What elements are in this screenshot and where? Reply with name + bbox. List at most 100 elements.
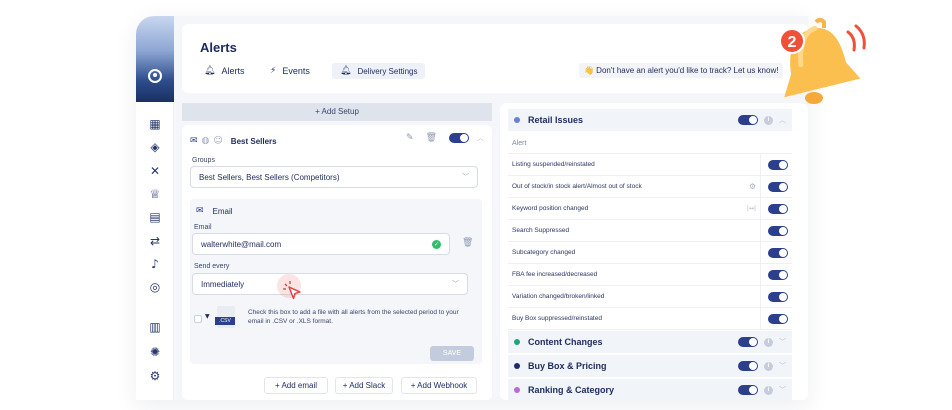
column-divider: [760, 242, 761, 264]
add-webhook-button[interactable]: + Add Webhook: [401, 377, 477, 394]
section-ranking-category[interactable]: Ranking & Category i ﹀: [508, 379, 792, 400]
setup-card-header: ✉ ◍ ☺ Best Sellers ✎ 🗑︎ ︿: [190, 133, 484, 149]
row-label: Listing suspended/reinstated: [512, 161, 595, 168]
alert-toggle[interactable]: [768, 292, 788, 302]
category-dot: [514, 387, 520, 393]
tab-label: Delivery Settings: [357, 66, 418, 76]
section-toggle[interactable]: [738, 115, 758, 125]
alert-toggle[interactable]: [768, 226, 788, 236]
header: Alerts 🔔︎ Alerts ⚡︎ Events 🔔︎ Delivery S…: [182, 24, 808, 93]
section-title: Retail Issues: [528, 115, 584, 125]
gear-icon[interactable]: ⚙: [749, 176, 756, 198]
tab-label: Alerts: [221, 66, 245, 76]
notification-count-badge: 2: [779, 28, 805, 54]
email-field[interactable]: walterwhite@mail.com ✓: [192, 233, 450, 255]
profile-icon[interactable]: [148, 69, 162, 83]
send-every-label: Send every: [194, 263, 230, 270]
setup-title: Best Sellers: [230, 136, 277, 146]
chevron-down-icon[interactable]: ﹀: [779, 385, 786, 395]
section-content-changes[interactable]: Content Changes i ﹀: [508, 331, 792, 353]
page-title: Alerts: [200, 40, 237, 55]
column-divider: [760, 264, 761, 286]
section-toggle[interactable]: [738, 385, 758, 395]
layers-icon[interactable]: ◈: [148, 140, 162, 154]
section-retail-issues[interactable]: Retail Issues i ︿: [508, 109, 792, 131]
trophy-icon[interactable]: ♕: [148, 187, 162, 201]
groups-select[interactable]: Best Sellers, Best Sellers (Competitors)…: [190, 166, 478, 188]
email-section-header: ✉ Email: [196, 206, 233, 216]
calendar-icon[interactable]: ▤: [148, 210, 162, 224]
alert-toggle[interactable]: [768, 204, 788, 214]
bell-icon: 🔔︎: [340, 66, 352, 76]
table-row: Keyword position changed |↔|: [508, 198, 792, 220]
row-label: Out of stock/in stock alert/Almost out o…: [512, 183, 642, 190]
tab-delivery-settings[interactable]: 🔔︎ Delivery Settings: [332, 63, 426, 79]
add-slack-button[interactable]: + Add Slack: [335, 377, 393, 394]
tab-alerts[interactable]: 🔔︎ Alerts: [204, 66, 244, 76]
virus-icon[interactable]: ✺: [148, 345, 162, 359]
csv-tag: .CSV: [215, 317, 235, 325]
transfer-icon[interactable]: ⇄: [148, 234, 162, 248]
save-button[interactable]: SAVE: [430, 346, 474, 361]
table-header: Alert: [508, 134, 792, 154]
chevron-up-icon[interactable]: ︿: [779, 115, 786, 125]
feedback-tip[interactable]: 👋 Don't have an alert you'd like to trac…: [579, 63, 784, 78]
settings-icon[interactable]: ⚙: [148, 369, 162, 383]
row-label: Variation changed/broken/linked: [512, 293, 605, 300]
notification-bell-icon[interactable]: [768, 14, 868, 114]
app-window: ▦ ◈ ✕ ♕ ▤ ⇄ ♪ ◎ ▥ ✺ ⚙ Alerts 🔔︎ Alerts ⚡…: [136, 16, 808, 400]
alert-toggle[interactable]: [768, 270, 788, 280]
column-divider: [760, 154, 761, 176]
user-icon: ☺: [213, 136, 223, 146]
chevron-down-icon[interactable]: ﹀: [779, 361, 786, 371]
stage: ▦ ◈ ✕ ♕ ▤ ⇄ ♪ ◎ ▥ ✺ ⚙ Alerts 🔔︎ Alerts ⚡…: [0, 0, 952, 410]
chevron-down-icon: ﹀: [452, 280, 459, 288]
alert-categories-panel: Retail Issues i ︿ Alert Listing suspende…: [500, 103, 808, 400]
globe-icon: ◍: [201, 136, 210, 146]
trash-icon[interactable]: 🗑︎: [462, 238, 473, 248]
section-buy-box-pricing[interactable]: Buy Box & Pricing i ﹀: [508, 355, 792, 377]
send-every-select[interactable]: Immediately ﹀: [192, 273, 468, 295]
row-label: FBA fee increased/decreased: [512, 271, 598, 278]
email-label: Email: [194, 224, 212, 231]
dashboard-icon[interactable]: ▦: [148, 117, 162, 131]
info-icon[interactable]: i: [764, 385, 773, 395]
table-row: Subcategory changed: [508, 242, 792, 264]
cursor-icon: [283, 281, 301, 300]
alert-toggle[interactable]: [768, 248, 788, 258]
tab-label: Events: [282, 66, 310, 76]
alerts-bell-icon[interactable]: ♪: [148, 257, 162, 271]
section-title: Buy Box & Pricing: [528, 361, 607, 371]
category-dot: [514, 339, 520, 345]
tab-events[interactable]: ⚡︎ Events: [270, 66, 310, 76]
trash-icon[interactable]: 🗑︎: [426, 133, 437, 143]
alert-toggle[interactable]: [768, 314, 788, 324]
alert-toggle[interactable]: [768, 160, 788, 170]
range-icon[interactable]: |↔|: [747, 198, 756, 220]
csv-checkbox[interactable]: [194, 315, 202, 323]
add-setup-button[interactable]: + Add Setup: [182, 103, 492, 121]
section-controls: i ︿: [738, 115, 786, 125]
section-controls: i ﹀: [738, 337, 786, 347]
setup-actions: ✎ 🗑︎ ︿: [406, 133, 484, 143]
info-icon[interactable]: i: [764, 337, 773, 347]
section-toggle[interactable]: [738, 337, 758, 347]
table-row: FBA fee increased/decreased: [508, 264, 792, 286]
info-icon[interactable]: i: [764, 361, 773, 371]
alert-toggle[interactable]: [768, 182, 788, 192]
section-toggle[interactable]: [738, 361, 758, 371]
tools-icon[interactable]: ✕: [148, 164, 162, 178]
chevron-down-icon[interactable]: ﹀: [779, 337, 786, 347]
brand-logo: [136, 16, 174, 102]
table-row: Out of stock/in stock alert/Almost out o…: [508, 176, 792, 198]
info-icon[interactable]: i: [764, 115, 773, 125]
column-divider: [760, 220, 761, 242]
edit-icon[interactable]: ✎: [406, 133, 414, 143]
setup-toggle[interactable]: [449, 133, 469, 143]
money-icon[interactable]: ◎: [148, 280, 162, 294]
caret-down-icon[interactable]: ▼: [205, 313, 210, 320]
chevron-up-icon[interactable]: ︿: [477, 133, 484, 143]
add-email-button[interactable]: + Add email: [264, 377, 328, 394]
groups-label: Groups: [192, 157, 215, 164]
store-icon[interactable]: ▥: [148, 320, 162, 334]
